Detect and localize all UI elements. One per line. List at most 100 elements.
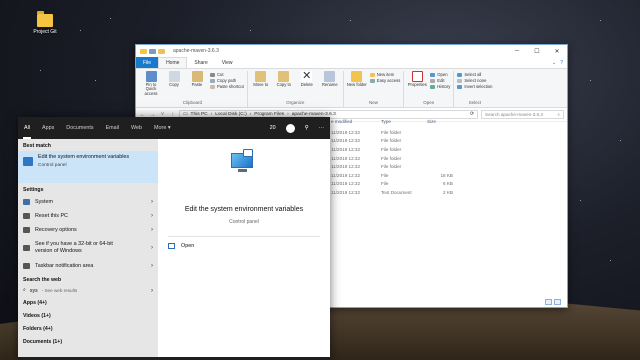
recovery-icon bbox=[23, 227, 30, 233]
details-view-button[interactable] bbox=[545, 299, 552, 305]
window-title: apache-maven-3.6.3 bbox=[173, 48, 219, 54]
chevron-right-icon[interactable]: › bbox=[151, 288, 153, 294]
category-folders[interactable]: Folders (4+) bbox=[18, 322, 158, 335]
open-action[interactable]: Open bbox=[168, 243, 194, 249]
tab-home[interactable]: Home bbox=[158, 57, 188, 68]
file-row[interactable]: 11/2019 12:32 File folder bbox=[331, 145, 457, 154]
desktop-folder-icon[interactable]: Project Git bbox=[30, 11, 60, 35]
tab-view[interactable]: View bbox=[215, 57, 240, 68]
tab-apps[interactable]: Apps bbox=[42, 125, 54, 131]
file-list-header: e modified Type Size bbox=[331, 119, 457, 124]
tab-share[interactable]: Share bbox=[187, 57, 214, 68]
settings-heading: Settings bbox=[23, 187, 44, 193]
select-group: Select all Select none Invert selection … bbox=[454, 71, 495, 107]
collapse-ribbon-icon[interactable]: ⌄ bbox=[552, 60, 556, 66]
file-row[interactable]: 11/2019 12:32 File folder bbox=[331, 162, 457, 171]
ribbon: Pin to Quick access Copy Paste Cut Copy … bbox=[136, 68, 567, 108]
select-none-icon bbox=[457, 78, 463, 83]
pin-quick-access-button[interactable]: Pin to Quick access bbox=[141, 71, 161, 100]
info-icon bbox=[23, 245, 30, 251]
file-row[interactable]: 11/2019 12:32 File folder bbox=[331, 137, 457, 146]
easy-access-icon bbox=[369, 78, 375, 83]
invert-selection-button[interactable]: Invert selection bbox=[457, 84, 493, 89]
paste-shortcut-button[interactable]: Paste shortcut bbox=[210, 84, 244, 89]
delete-button[interactable]: ✕ Delete bbox=[297, 71, 317, 100]
settings-item-taskbar[interactable]: Taskbar notification area › bbox=[18, 259, 158, 273]
tab-documents[interactable]: Documents bbox=[66, 125, 93, 131]
minimize-button[interactable]: ─ bbox=[507, 45, 527, 57]
category-apps[interactable]: Apps (4+) bbox=[18, 296, 158, 309]
paste-button[interactable]: Paste bbox=[187, 71, 207, 100]
new-item-icon bbox=[369, 72, 375, 77]
laptop-icon bbox=[23, 199, 30, 205]
copy-to-button[interactable]: Copy to bbox=[274, 71, 294, 100]
more-options-icon[interactable]: ··· bbox=[319, 125, 324, 131]
edit-button[interactable]: Edit bbox=[430, 78, 450, 83]
file-row[interactable]: 11/2019 12:32 File 6 KB bbox=[331, 180, 457, 189]
explorer-titlebar[interactable]: apache-maven-3.6.3 ─ ☐ ✕ bbox=[136, 45, 567, 57]
taskbar-icon bbox=[23, 263, 30, 269]
open-button[interactable]: Open bbox=[430, 72, 450, 77]
select-none-button[interactable]: Select none bbox=[457, 78, 492, 83]
chevron-right-icon[interactable]: › bbox=[151, 213, 153, 219]
maximize-button[interactable]: ☐ bbox=[527, 45, 547, 57]
chevron-right-icon[interactable]: › bbox=[151, 263, 153, 269]
history-button[interactable]: History bbox=[430, 84, 450, 89]
search-box[interactable]: Search apache-maven-3.6.3 ⌕ bbox=[481, 110, 564, 119]
move-to-button[interactable]: Move to bbox=[251, 71, 271, 100]
refresh-icon[interactable]: ⟳ bbox=[470, 112, 474, 117]
help-icon[interactable]: ? bbox=[560, 60, 563, 66]
copy-button[interactable]: Copy bbox=[164, 71, 184, 100]
tab-file[interactable]: File bbox=[136, 57, 159, 68]
feedback-icon[interactable]: ⚲ bbox=[305, 125, 309, 131]
easy-access-button[interactable]: Easy access bbox=[369, 78, 400, 83]
cut-button[interactable]: Cut bbox=[210, 72, 244, 77]
preview-subtitle: Control panel bbox=[229, 219, 259, 225]
properties-icon[interactable] bbox=[149, 48, 156, 54]
group-label: Open bbox=[423, 100, 435, 105]
file-row[interactable]: 11/2019 12:32 File folder bbox=[331, 154, 457, 163]
clipboard-group: Pin to Quick access Copy Paste Cut Copy … bbox=[138, 71, 248, 107]
chevron-right-icon[interactable]: › bbox=[151, 227, 153, 233]
folder-icon bbox=[37, 11, 53, 27]
best-match-result[interactable]: Edit the system environment variables Co… bbox=[18, 151, 158, 183]
pin-icon bbox=[145, 71, 157, 82]
rewards-points[interactable]: 20 bbox=[270, 125, 276, 131]
properties-button[interactable]: Properties bbox=[407, 71, 427, 100]
web-search-result[interactable]: ⌕ sys - See web results › bbox=[18, 285, 158, 296]
select-all-button[interactable]: Select all bbox=[457, 72, 492, 77]
file-row[interactable]: 11/2019 12:32 File 18 KB bbox=[331, 171, 457, 180]
tab-web[interactable]: Web bbox=[131, 125, 142, 131]
new-folder-icon[interactable] bbox=[158, 48, 165, 54]
column-date-modified[interactable]: e modified bbox=[331, 119, 381, 124]
chevron-right-icon[interactable]: › bbox=[151, 199, 153, 205]
rewards-trophy-icon[interactable] bbox=[285, 123, 295, 133]
category-documents[interactable]: Documents (1+) bbox=[18, 335, 158, 348]
chevron-right-icon[interactable]: › bbox=[151, 245, 153, 251]
rename-icon bbox=[324, 71, 336, 82]
start-search-panel[interactable]: All Apps Documents Email Web More ▾ 20 ⚲… bbox=[18, 117, 330, 360]
settings-item-reset[interactable]: Reset this PC › bbox=[18, 209, 158, 223]
rename-button[interactable]: Rename bbox=[320, 71, 340, 100]
tab-all[interactable]: All bbox=[23, 125, 31, 139]
file-row[interactable]: 11/2019 12:32 File folder bbox=[331, 128, 457, 137]
settings-item-system[interactable]: System › bbox=[18, 195, 158, 209]
close-button[interactable]: ✕ bbox=[547, 45, 567, 57]
copy-to-icon bbox=[278, 71, 290, 82]
best-match-subtitle: Control panel bbox=[38, 163, 67, 169]
column-size[interactable]: Size bbox=[427, 119, 457, 124]
new-folder-button[interactable]: New folder bbox=[347, 71, 367, 100]
result-preview: Edit the system environment variables Co… bbox=[158, 139, 330, 360]
preview-title: Edit the system environment variables bbox=[184, 206, 304, 213]
settings-item-recovery[interactable]: Recovery options › bbox=[18, 223, 158, 237]
category-videos[interactable]: Videos (1+) bbox=[18, 309, 158, 322]
column-type[interactable]: Type bbox=[381, 119, 427, 124]
large-icons-view-button[interactable] bbox=[554, 299, 561, 305]
tab-email[interactable]: Email bbox=[106, 125, 119, 131]
copy-path-button[interactable]: Copy path bbox=[210, 78, 244, 83]
tab-more[interactable]: More ▾ bbox=[154, 125, 171, 131]
new-item-button[interactable]: New item bbox=[369, 72, 401, 77]
file-row[interactable]: 11/2019 12:32 Text Document 2 KB bbox=[331, 188, 457, 197]
settings-item-bitness[interactable]: See if you have a 32-bit or 64-bit versi… bbox=[18, 237, 158, 259]
search-placeholder: Search apache-maven-3.6.3 bbox=[485, 112, 543, 117]
